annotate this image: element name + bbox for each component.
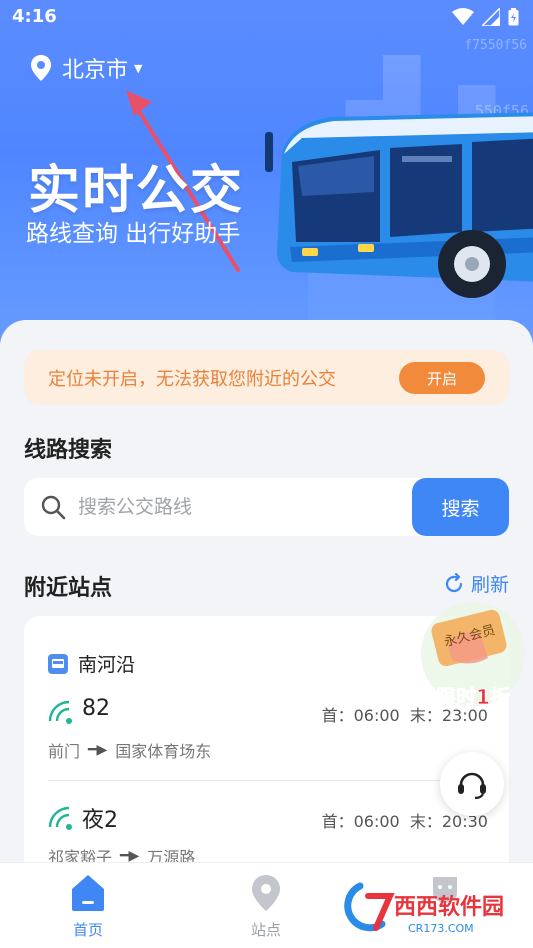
signal-icon: [482, 8, 500, 26]
route-from: 前门: [48, 742, 81, 761]
refresh-label: 刷新: [470, 574, 509, 596]
site-logo-watermark: 西西软件园 CR173.COM: [344, 882, 504, 935]
stop-name: 南河沿: [78, 654, 136, 676]
refresh-icon: [445, 572, 463, 592]
status-bar: 4:16: [0, 0, 533, 36]
location-pin-icon: [252, 875, 280, 911]
watermark-text: f7550f56: [464, 38, 527, 53]
location-pin-icon: [31, 55, 51, 81]
first-bus-time: 首：06:00: [321, 812, 400, 831]
headset-icon: [458, 772, 486, 800]
route-direction: 前门 ━▶ 国家体育场东: [48, 738, 211, 762]
status-time: 4:16: [12, 6, 57, 27]
site-logo-subtext: CR173.COM: [408, 922, 474, 935]
battery-icon: [508, 8, 519, 26]
route-search-input[interactable]: [78, 492, 398, 522]
divider: [48, 780, 488, 781]
location-alert: 定位未开启，无法获取您附近的公交 开启: [24, 350, 509, 405]
caret-down-icon: ▼: [134, 61, 143, 75]
bus-illustration: [265, 112, 533, 298]
route-number: 夜2: [82, 808, 118, 833]
route-search-box: 搜索: [24, 478, 509, 536]
nav-home[interactable]: 首页: [38, 873, 138, 940]
route-number: 82: [82, 696, 110, 721]
wifi-icon: [452, 8, 474, 25]
enable-location-button[interactable]: 开启: [399, 362, 485, 394]
promo-text: 限时1折: [436, 685, 510, 709]
alert-text: 定位未开启，无法获取您附近的公交: [48, 368, 336, 390]
site-logo-text: 西西软件园: [394, 894, 504, 920]
nav-stops[interactable]: 站点: [216, 873, 316, 940]
nearby-stops-title: 附近站点: [24, 576, 113, 601]
bus-stop-icon: [48, 653, 68, 674]
realtime-signal-icon: [48, 806, 72, 830]
hero-title: 实时公交: [28, 161, 245, 221]
vip-promo-badge[interactable]: 永久会员 限时1折: [418, 598, 528, 716]
route-to: 国家体育场东: [115, 742, 212, 761]
hero-subtitle: 路线查询 出行好助手: [26, 221, 241, 247]
route-search-title: 线路搜索: [24, 438, 113, 463]
nav-stops-label: 站点: [250, 921, 281, 939]
refresh-button[interactable]: 刷新: [443, 570, 509, 597]
customer-service-button[interactable]: [440, 752, 504, 816]
search-icon: [41, 495, 66, 520]
search-button[interactable]: 搜索: [412, 478, 509, 536]
first-bus-time: 首：06:00: [321, 706, 400, 725]
city-selector[interactable]: 北京市 ▼: [30, 52, 142, 84]
realtime-signal-icon: [48, 700, 72, 724]
home-icon: [72, 875, 104, 911]
city-name: 北京市: [62, 58, 129, 83]
nav-home-label: 首页: [72, 921, 103, 939]
arrow-right-icon: ━▶: [88, 742, 108, 758]
